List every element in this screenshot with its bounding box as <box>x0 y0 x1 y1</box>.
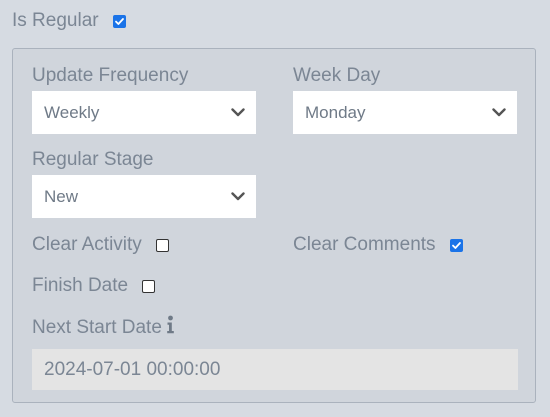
next-start-date-label-row: Next Start Date <box>32 315 175 341</box>
regular-stage-label: Regular Stage <box>32 149 154 170</box>
finish-date-row: Finish Date <box>32 274 156 298</box>
is-regular-row: Is Regular <box>12 9 126 33</box>
update-frequency-select[interactable]: Weekly <box>32 91 256 134</box>
finish-date-checkbox[interactable] <box>142 279 156 293</box>
clear-comments-row: Clear Comments <box>293 233 463 257</box>
next-start-date-field[interactable]: 2024-07-01 00:00:00 <box>32 349 518 390</box>
clear-comments-checkbox[interactable] <box>449 238 463 252</box>
regular-stage-select[interactable]: New <box>32 175 256 218</box>
is-regular-checkbox[interactable] <box>112 14 126 28</box>
week-day-label: Week Day <box>293 65 381 86</box>
week-day-select[interactable]: Monday <box>293 91 517 134</box>
clear-activity-label: Clear Activity <box>32 234 142 255</box>
is-regular-label: Is Regular <box>12 10 99 31</box>
info-icon[interactable] <box>166 315 175 341</box>
checkmark-icon <box>114 17 124 25</box>
regular-settings-panel: Update Frequency Weekly Week Day Monday … <box>12 48 536 403</box>
finish-date-label: Finish Date <box>32 275 129 296</box>
checkmark-icon <box>451 241 461 249</box>
chevron-down-icon <box>231 108 245 117</box>
clear-comments-label: Clear Comments <box>293 234 436 255</box>
chevron-down-icon <box>492 108 506 117</box>
week-day-value: Monday <box>305 102 366 122</box>
next-start-date-value: 2024-07-01 00:00:00 <box>44 358 221 380</box>
clear-activity-checkbox[interactable] <box>155 238 169 252</box>
next-start-date-label: Next Start Date <box>32 317 162 338</box>
chevron-down-icon <box>231 192 245 201</box>
regular-stage-value: New <box>44 186 79 206</box>
update-frequency-value: Weekly <box>44 102 100 122</box>
update-frequency-label: Update Frequency <box>32 65 189 86</box>
clear-activity-row: Clear Activity <box>32 233 169 257</box>
